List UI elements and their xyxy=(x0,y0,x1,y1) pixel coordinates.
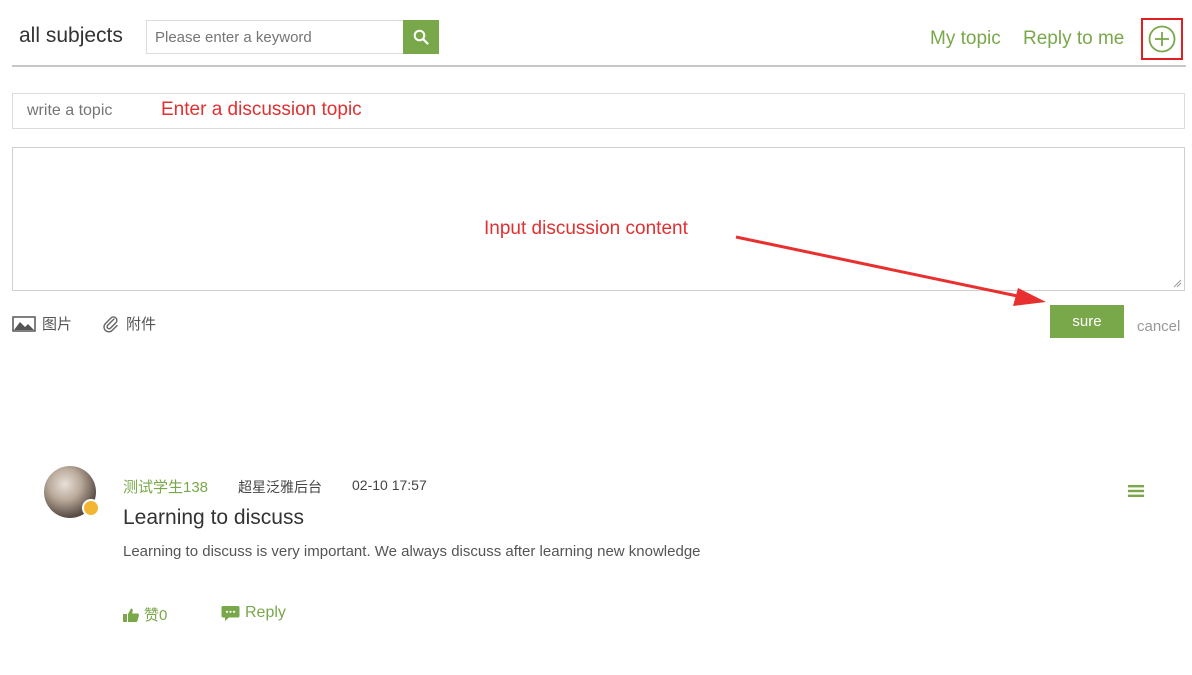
search-button[interactable] xyxy=(403,20,439,54)
user-badge-icon xyxy=(82,499,100,517)
add-topic-button[interactable] xyxy=(1141,18,1183,60)
attach-file-button[interactable]: 附件 xyxy=(102,313,156,334)
post-body: Learning to discuss is very important. W… xyxy=(123,543,701,560)
top-bar: all subjects My topic Reply to me xyxy=(0,0,1192,66)
menu-icon[interactable] xyxy=(1128,484,1144,498)
reply-to-me-link[interactable]: Reply to me xyxy=(1023,28,1124,50)
header-divider xyxy=(12,65,1186,67)
like-count: 赞0 xyxy=(144,607,168,624)
cancel-link[interactable]: cancel xyxy=(1137,318,1180,335)
post-time: 02-10 17:57 xyxy=(352,477,427,493)
sure-button[interactable]: sure xyxy=(1050,305,1124,338)
reply-button[interactable]: Reply xyxy=(221,604,286,622)
like-button[interactable]: 赞0 xyxy=(122,604,167,625)
reply-label: Reply xyxy=(245,604,286,621)
search-icon xyxy=(413,29,429,45)
post-title[interactable]: Learning to discuss xyxy=(123,506,304,530)
chat-bubble-icon xyxy=(221,605,240,621)
content-annotation: Input discussion content xyxy=(484,218,688,239)
my-topic-link[interactable]: My topic xyxy=(930,28,1001,50)
search-input[interactable] xyxy=(146,20,404,54)
plus-circle-icon xyxy=(1148,25,1176,53)
image-label: 图片 xyxy=(42,316,73,333)
post-author[interactable]: 测试学生138 xyxy=(123,476,208,497)
paperclip-icon xyxy=(103,315,118,332)
insert-image-button[interactable]: 图片 xyxy=(12,313,72,334)
subjects-selector[interactable]: all subjects xyxy=(19,24,123,48)
image-icon xyxy=(12,315,36,332)
resize-grip-icon[interactable] xyxy=(1172,278,1182,288)
topic-annotation: Enter a discussion topic xyxy=(161,99,362,120)
attach-label: 附件 xyxy=(126,316,157,333)
thumbs-up-icon xyxy=(123,608,139,622)
post-source: 超星泛雅后台 xyxy=(238,479,322,495)
